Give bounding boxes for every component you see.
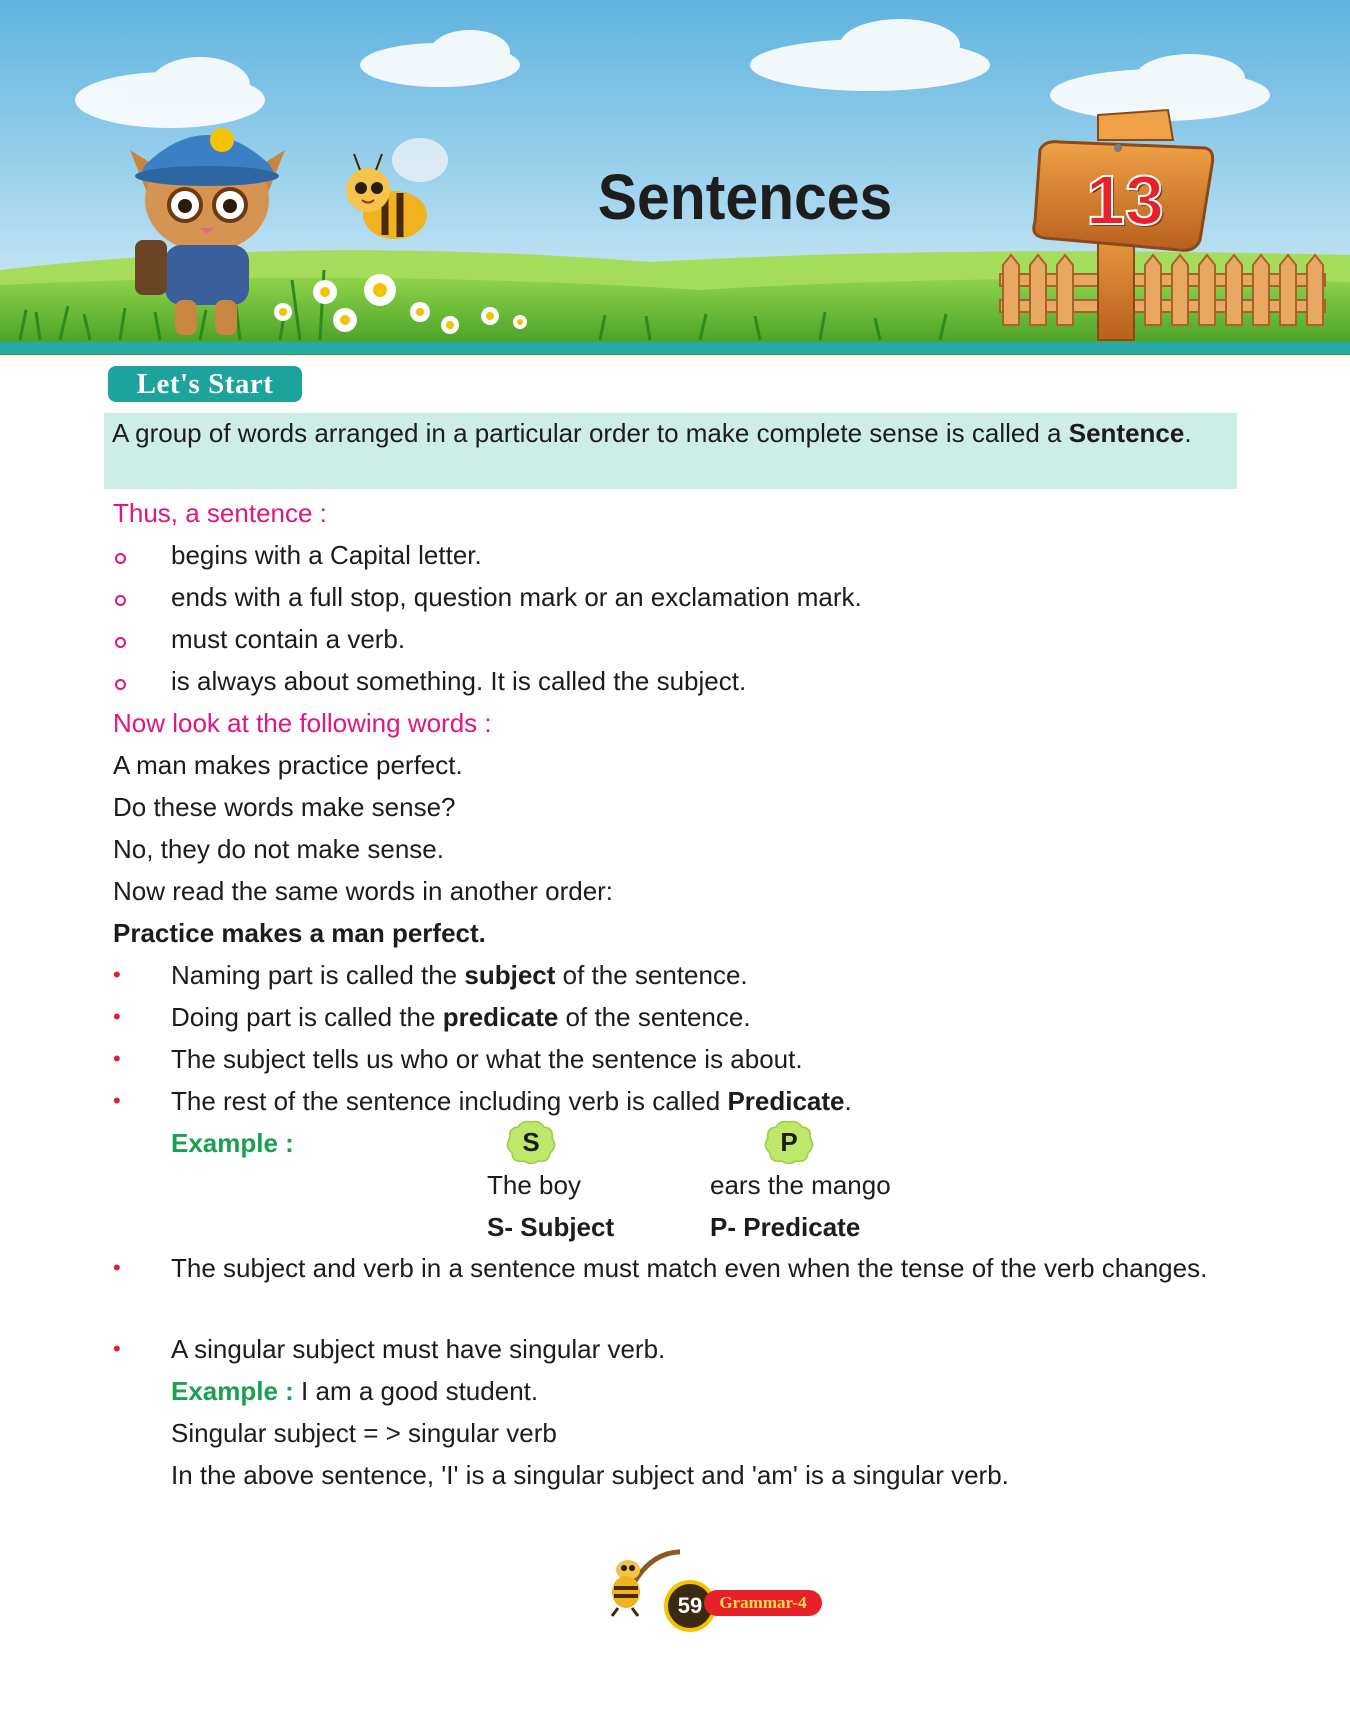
text-line: No, they do not make sense. <box>113 834 444 864</box>
singular-line: Singular subject = > singular verb <box>171 1418 557 1448</box>
part-text: of the sentence. <box>558 1002 751 1032</box>
red-bullet-icon: • <box>113 1336 121 1361</box>
part-text: Doing part is called the <box>171 1002 443 1032</box>
part-text: Naming part is called the <box>171 960 465 990</box>
hollow-bullet-icon <box>113 660 133 702</box>
example-2: Example : I am a good student. <box>171 1370 538 1412</box>
book-name-tag: Grammar-4 <box>704 1590 822 1616</box>
part-bold: Predicate <box>727 1086 845 1116</box>
predicate-caption: P- Predicate <box>710 1212 861 1242</box>
part-bold: subject <box>464 960 556 990</box>
thus-heading: Thus, a sentence : <box>113 498 327 528</box>
example-text: I am a good student. <box>293 1376 539 1406</box>
bold-sentence: Practice makes a man perfect. <box>113 918 486 948</box>
look-heading: Now look at the following words : <box>113 708 492 738</box>
definition-end: . <box>1184 418 1192 448</box>
chapter-title: Sentences <box>597 161 893 233</box>
explanation-line: In the above sentence, 'I' is a singular… <box>171 1460 1009 1490</box>
hollow-bullet-icon <box>113 618 133 660</box>
rule-text: begins with a Capital letter. <box>171 540 482 570</box>
rule-text: is always about something. It is called … <box>171 666 747 696</box>
red-bullet-icon: • <box>113 1255 121 1280</box>
part-text: of the sentence. <box>555 960 748 990</box>
part-text: The rest of the sentence including verb … <box>171 1086 728 1116</box>
red-bullet-icon: • <box>113 1046 121 1071</box>
subject-text: The boy <box>487 1170 581 1200</box>
part-text: The subject tells us who or what the sen… <box>171 1044 803 1074</box>
definition-box: A group of words arranged in a particula… <box>104 413 1237 489</box>
chapter-banner: Sentences 13 <box>0 0 1350 355</box>
text-line: Do these words make sense? <box>113 792 456 822</box>
red-bullet-icon: • <box>113 962 121 987</box>
predicate-text: ears the mango <box>710 1170 891 1200</box>
red-bullet-icon: • <box>113 1088 121 1113</box>
list-item: • The subject and verb in a sentence mus… <box>113 1248 1238 1288</box>
page-footer: 59 Grammar-4 <box>600 1530 830 1632</box>
rule-text: must contain a verb. <box>171 624 406 654</box>
singular-rule: A singular subject must have singular ve… <box>171 1334 666 1364</box>
text-line: A man makes practice perfect. <box>113 750 463 780</box>
text-line: Now read the same words in another order… <box>113 876 614 906</box>
definition-term: Sentence <box>1068 418 1185 448</box>
part-bold: predicate <box>442 1002 559 1032</box>
predicate-badge: P <box>764 1120 814 1164</box>
hollow-bullet-icon <box>113 534 133 576</box>
example-label: Example : <box>171 1128 294 1158</box>
example-label: Example : <box>171 1376 294 1406</box>
section-tag: Let's Start <box>108 366 302 402</box>
hollow-bullet-icon <box>113 576 133 618</box>
definition-text: A group of words arranged in a particula… <box>112 418 1069 448</box>
part-text: . <box>844 1086 852 1116</box>
red-bullet-icon: • <box>113 1004 121 1029</box>
chapter-number: 13 <box>1085 160 1165 240</box>
subject-badge: S <box>506 1120 556 1164</box>
agreement-rule: The subject and verb in a sentence must … <box>171 1253 1208 1283</box>
subject-caption: S- Subject <box>487 1212 615 1242</box>
rule-text: ends with a full stop, question mark or … <box>171 582 862 612</box>
